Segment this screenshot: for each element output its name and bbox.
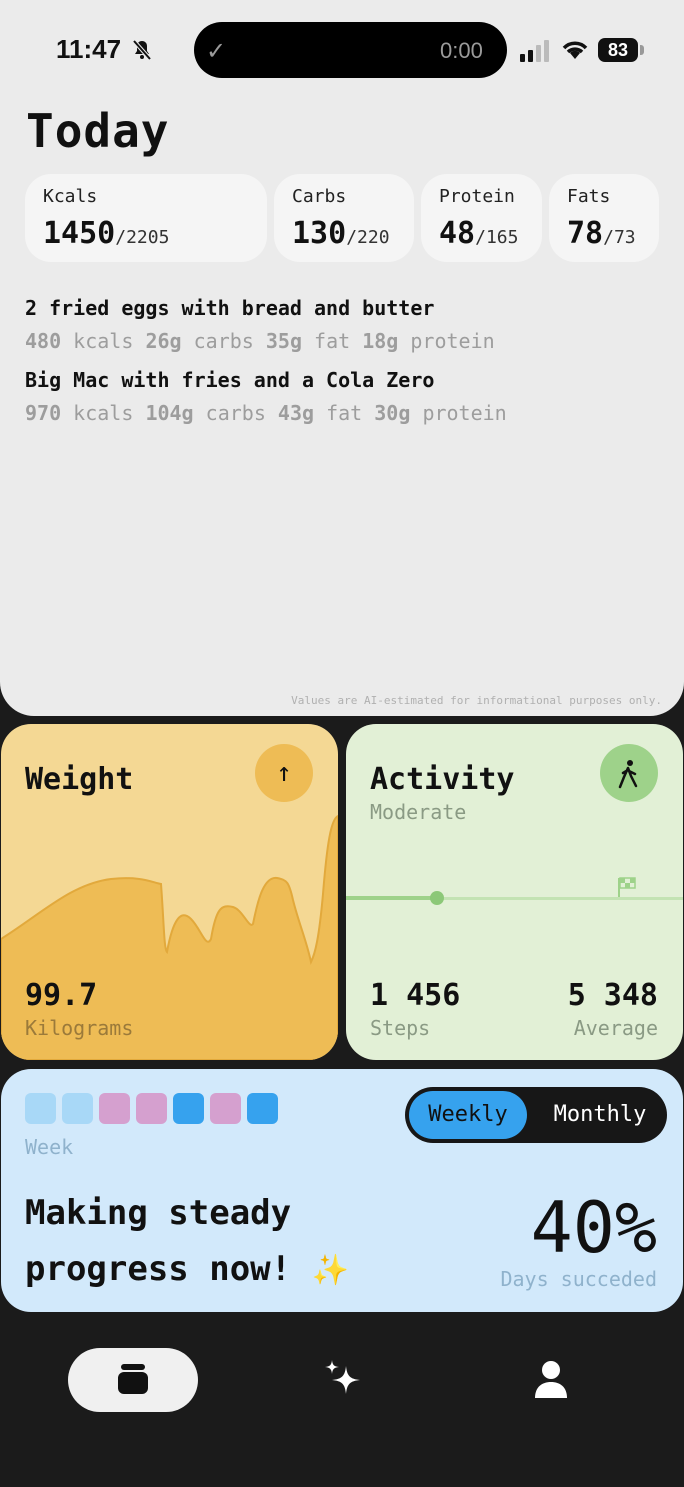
wifi-icon	[560, 37, 590, 65]
day-square	[62, 1093, 93, 1124]
macro-label: Carbs	[292, 186, 347, 207]
weight-card[interactable]: Weight ↑ 99.7 Kilograms	[1, 724, 338, 1060]
toggle-weekly[interactable]: Weekly	[409, 1091, 527, 1139]
toggle-monthly[interactable]: Monthly	[540, 1091, 660, 1139]
meal-detail: 970 kcals 104g carbs 43g fat 30g protein	[25, 401, 507, 425]
macro-card-fats[interactable]: Fats 78/73	[549, 174, 659, 262]
macro-value: 1450/2205	[43, 216, 169, 251]
macro-goal: /220	[346, 227, 390, 248]
meal-fat: 43g	[277, 401, 315, 425]
macro-label: Fats	[567, 186, 611, 207]
meal-carbs: 26g	[145, 329, 182, 353]
macro-current: 130	[292, 216, 347, 251]
macro-current: 78	[567, 216, 604, 251]
progress-message-line2: progress now! ✨	[25, 1249, 349, 1289]
meal-title[interactable]: Big Mac with fries and a Cola Zero	[25, 368, 434, 392]
activity-title: Activity	[370, 762, 515, 797]
average-value: 5 348	[567, 978, 658, 1013]
day-square	[173, 1093, 204, 1124]
day-square	[210, 1093, 241, 1124]
sparkle-emoji: ✨	[311, 1253, 349, 1288]
arrow-up-icon: ↑	[276, 758, 292, 788]
macro-goal: /73	[603, 227, 636, 248]
week-label: Week	[25, 1135, 74, 1159]
weight-unit: Kilograms	[25, 1016, 134, 1040]
macro-value: 48/165	[439, 216, 518, 251]
meal-carbs-unit: carbs	[193, 329, 254, 353]
meal-title[interactable]: 2 fried eggs with bread and butter	[25, 296, 434, 320]
person-icon[interactable]	[534, 1360, 568, 1404]
silent-mode-icon	[130, 38, 154, 66]
macro-card-protein[interactable]: Protein 48/165	[421, 174, 542, 262]
macro-card-kcals[interactable]: Kcals 1450/2205	[25, 174, 267, 262]
macro-value: 130/220	[292, 216, 390, 251]
meal-kcals: 970	[25, 401, 62, 425]
meal-fat-unit: fat	[314, 329, 351, 353]
jar-icon	[116, 1362, 150, 1400]
progress-message-text: progress now!	[25, 1249, 292, 1289]
macro-current: 1450	[43, 216, 116, 251]
ai-disclaimer: Values are AI-estimated for informationa…	[291, 694, 662, 707]
macro-value: 78/73	[567, 216, 636, 251]
meal-protein: 18g	[362, 329, 399, 353]
activity-level: Moderate	[370, 800, 467, 824]
steps-label: Steps	[370, 1016, 431, 1040]
meal-carbs: 104g	[145, 401, 194, 425]
meal-protein: 30g	[374, 401, 411, 425]
meal-carbs-unit: carbs	[205, 401, 266, 425]
macro-goal: /2205	[115, 227, 170, 248]
weight-title: Weight	[25, 762, 134, 797]
activity-progress-fill	[346, 896, 437, 900]
day-square	[25, 1093, 56, 1124]
macro-label: Kcals	[43, 186, 98, 207]
finish-flag-icon	[617, 876, 637, 902]
sparkles-icon[interactable]	[322, 1358, 364, 1404]
average-label: Average	[573, 1016, 658, 1040]
meal-detail: 480 kcals 26g carbs 35g fat 18g protein	[25, 329, 495, 353]
walking-icon	[616, 758, 642, 788]
weight-value: 99.7	[25, 978, 98, 1013]
macro-card-carbs[interactable]: Carbs 130/220	[274, 174, 414, 262]
page-title: Today	[26, 104, 170, 158]
meal-kcals-unit: kcals	[73, 329, 134, 353]
period-toggle[interactable]: Weekly Monthly	[405, 1087, 667, 1143]
meal-kcals: 480	[25, 329, 62, 353]
meal-kcals-unit: kcals	[73, 401, 134, 425]
day-square	[99, 1093, 130, 1124]
island-timer: 0:00	[440, 38, 483, 63]
battery-nub	[640, 45, 644, 55]
check-icon: ✓	[206, 37, 227, 65]
day-square	[136, 1093, 167, 1124]
activity-progress-dot	[430, 891, 444, 905]
meal-fat: 35g	[265, 329, 302, 353]
success-percent: 40%	[530, 1187, 657, 1269]
progress-card: Week Weekly Monthly Making steady progre…	[1, 1069, 683, 1312]
progress-message-line1: Making steady	[25, 1193, 292, 1233]
weight-arrow-button[interactable]: ↑	[255, 744, 313, 802]
activity-card[interactable]: Activity Moderate 1 456 Steps 5 348 Aver…	[346, 724, 683, 1060]
meal-protein-unit: protein	[422, 401, 507, 425]
meal-fat-unit: fat	[326, 401, 363, 425]
steps-value: 1 456	[370, 978, 461, 1013]
status-time: 11:47	[56, 34, 122, 64]
signal-icon	[520, 40, 552, 66]
macro-label: Protein	[439, 186, 515, 207]
success-percent-label: Days succeded	[500, 1267, 657, 1291]
day-square	[247, 1093, 278, 1124]
meal-protein-unit: protein	[410, 329, 495, 353]
battery-indicator: 83	[598, 38, 638, 62]
macro-goal: /165	[475, 227, 519, 248]
activity-button[interactable]	[600, 744, 658, 802]
macro-current: 48	[439, 216, 476, 251]
